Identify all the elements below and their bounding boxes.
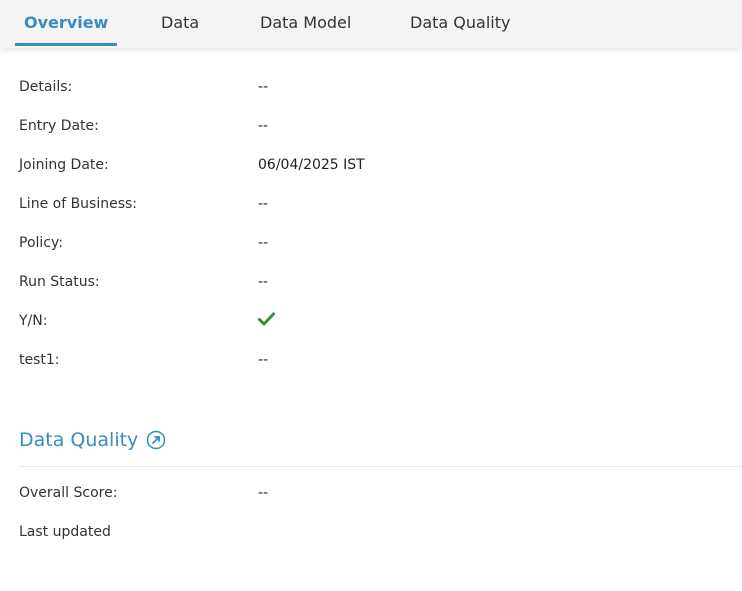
- tab-data-quality[interactable]: Data Quality: [401, 0, 519, 46]
- tab-data-model[interactable]: Data Model: [251, 0, 360, 46]
- overall-score-value: --: [258, 485, 269, 501]
- test1-label: test1:: [19, 352, 60, 368]
- tab-bar: Overview Data Data Model Data Quality: [0, 0, 742, 48]
- last-updated-label: Last updated: [19, 524, 111, 540]
- tab-data[interactable]: Data: [152, 0, 208, 46]
- data-quality-section-title: Data Quality: [19, 427, 166, 453]
- overall-score-label: Overall Score:: [19, 485, 118, 501]
- external-link-icon[interactable]: [146, 430, 166, 450]
- check-icon: [258, 312, 275, 326]
- run-status-value: --: [258, 274, 269, 290]
- test1-value: --: [258, 352, 269, 368]
- data-quality-title-text: Data Quality: [19, 429, 139, 451]
- policy-label: Policy:: [19, 235, 63, 251]
- tab-overview[interactable]: Overview: [15, 0, 118, 46]
- details-value: --: [258, 79, 269, 95]
- line-of-business-value: --: [258, 196, 269, 212]
- line-of-business-label: Line of Business:: [19, 196, 138, 212]
- joining-date-label: Joining Date:: [19, 157, 109, 173]
- yn-label: Y/N:: [19, 313, 48, 329]
- entry-date-value: --: [258, 118, 269, 134]
- policy-value: --: [258, 235, 269, 251]
- section-divider: [19, 466, 742, 467]
- details-label: Details:: [19, 79, 73, 95]
- entry-date-label: Entry Date:: [19, 118, 99, 134]
- run-status-label: Run Status:: [19, 274, 100, 290]
- joining-date-value: 06/04/2025 IST: [258, 157, 365, 173]
